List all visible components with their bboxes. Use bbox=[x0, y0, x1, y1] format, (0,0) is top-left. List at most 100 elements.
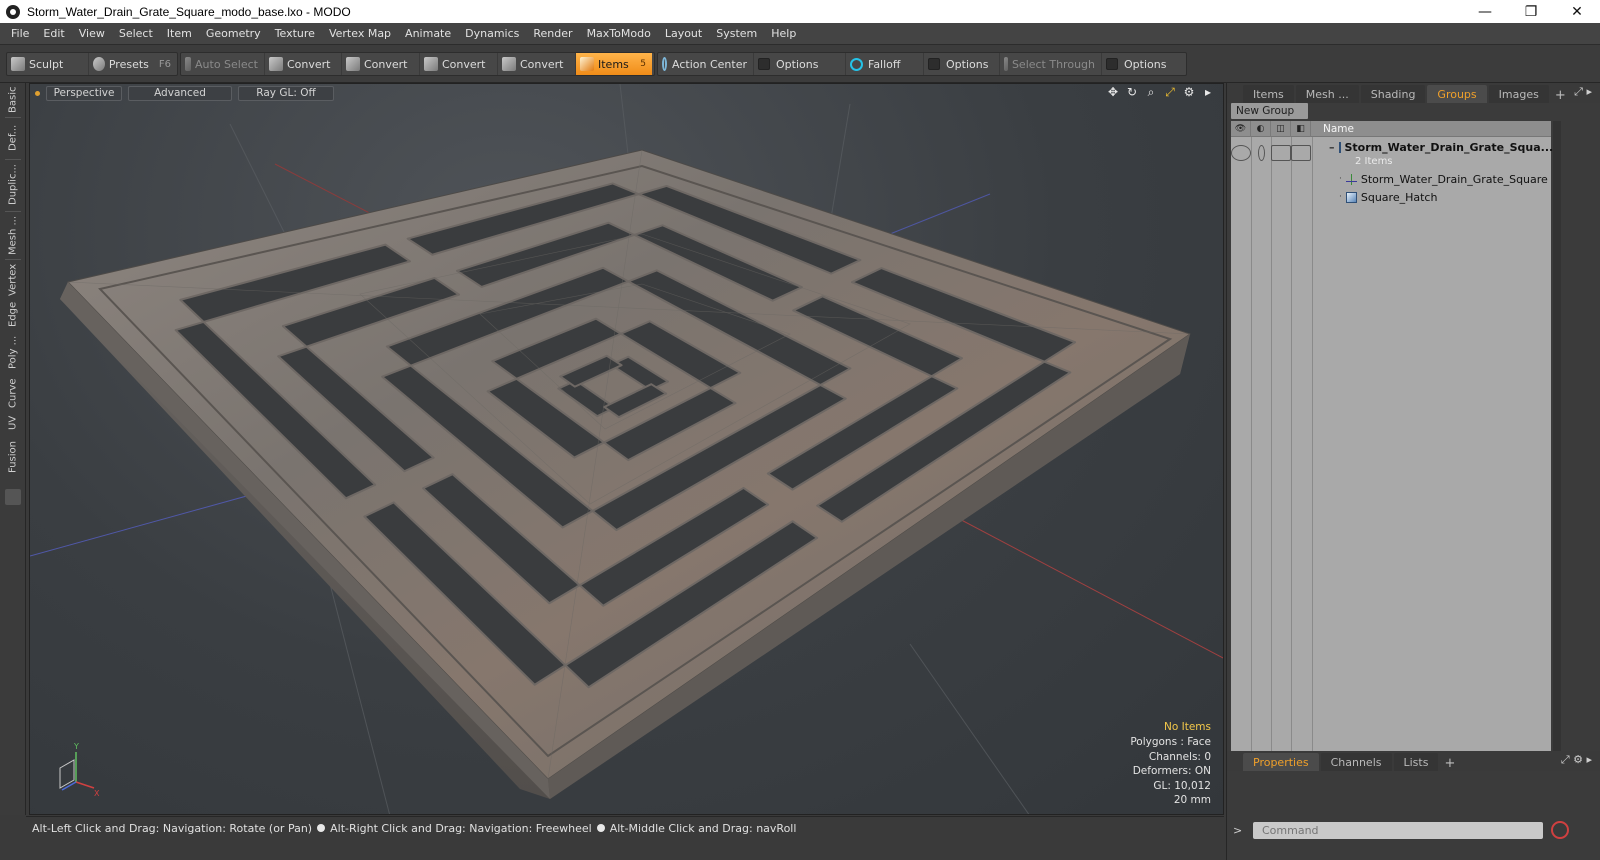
menu-help[interactable]: Help bbox=[764, 27, 803, 40]
render-column-icon[interactable]: ◐ bbox=[1251, 120, 1271, 137]
command-input[interactable] bbox=[1253, 821, 1543, 839]
visibility-toggle[interactable] bbox=[1231, 145, 1251, 161]
name-column-header[interactable]: Name bbox=[1311, 123, 1354, 135]
select-through-button[interactable]: Select Through bbox=[1000, 53, 1102, 75]
action-center-options-button[interactable]: Options bbox=[754, 53, 846, 75]
menu-animate[interactable]: Animate bbox=[398, 27, 458, 40]
convert-vertices-button[interactable]: Convert bbox=[265, 53, 342, 75]
tab-properties[interactable]: Properties bbox=[1243, 753, 1319, 771]
tab-images[interactable]: Images bbox=[1488, 85, 1549, 103]
tree-row-mesh-locator[interactable]: · Storm_Water_Drain_Grate_Square bbox=[1313, 171, 1551, 187]
minimize-button[interactable]: — bbox=[1462, 0, 1508, 23]
menu-view[interactable]: View bbox=[72, 27, 112, 40]
presets-button[interactable]: Presets F6 bbox=[89, 53, 177, 75]
add-tab-icon[interactable]: + bbox=[1555, 88, 1566, 103]
select-through-options-button[interactable]: Options bbox=[1102, 53, 1186, 75]
menu-edit[interactable]: Edit bbox=[36, 27, 71, 40]
tab-polygon[interactable]: Poly ... bbox=[4, 331, 22, 373]
tab-duplicate[interactable]: Duplic... bbox=[4, 161, 22, 209]
tab-channels[interactable]: Channels bbox=[1320, 753, 1392, 771]
maximize-panel-icon[interactable]: ⤢ ⚙ ▸ bbox=[1561, 753, 1592, 767]
menu-layout[interactable]: Layout bbox=[658, 27, 709, 40]
menu-geometry[interactable]: Geometry bbox=[199, 27, 268, 40]
convert-materials-button[interactable]: Convert bbox=[498, 53, 576, 75]
tab-separator bbox=[5, 159, 21, 160]
tab-mesh[interactable]: Mesh ... bbox=[1295, 85, 1359, 103]
tab-edge[interactable]: Edge bbox=[4, 299, 22, 329]
expand-arrow-icon[interactable]: ▸ bbox=[1201, 85, 1215, 99]
menu-texture[interactable]: Texture bbox=[268, 27, 322, 40]
tab-vertex[interactable]: Vertex bbox=[4, 261, 22, 299]
select-toggle[interactable] bbox=[1291, 145, 1311, 161]
zoom-icon[interactable]: ⌕ bbox=[1144, 85, 1158, 99]
polygon-mode-info: Polygons : Face bbox=[1130, 736, 1211, 749]
menu-item[interactable]: Item bbox=[160, 27, 199, 40]
lock-column-icon[interactable]: ◫ bbox=[1271, 120, 1291, 137]
render-toggle[interactable] bbox=[1251, 145, 1271, 161]
select-column-icon[interactable]: ◧ bbox=[1291, 120, 1311, 137]
tab-groups[interactable]: Groups bbox=[1427, 85, 1487, 103]
tab-curve[interactable]: Curve bbox=[4, 375, 22, 411]
svg-text:X: X bbox=[94, 789, 100, 798]
action-group: Action Center Options Falloff Options Se… bbox=[657, 52, 1187, 76]
shading-dropdown[interactable]: Advanced bbox=[128, 85, 232, 101]
raygl-toggle[interactable]: Ray GL: Off bbox=[238, 85, 334, 101]
auto-select-button[interactable]: Auto Select bbox=[181, 53, 265, 75]
menu-select[interactable]: Select bbox=[112, 27, 160, 40]
collapse-icon[interactable]: – bbox=[1329, 141, 1335, 154]
tab-mesh-edit[interactable]: Mesh ... bbox=[4, 213, 22, 257]
tab-shading[interactable]: Shading bbox=[1360, 85, 1426, 103]
maximize-panel-icon[interactable]: ⤢ ▸ bbox=[1574, 85, 1592, 99]
viewport-nav-icons: ✥ ↻ ⌕ ⤢ ⚙ ▸ bbox=[1106, 85, 1215, 100]
tab-lists[interactable]: Lists bbox=[1393, 753, 1439, 771]
3d-viewport[interactable]: Perspective Advanced Ray GL: Off ✥ ↻ ⌕ ⤢… bbox=[29, 83, 1224, 815]
view-type-dropdown[interactable]: Perspective bbox=[46, 85, 122, 101]
tree-row-square-hatch[interactable]: · Square_Hatch bbox=[1313, 189, 1551, 205]
falloff-options-button[interactable]: Options bbox=[924, 53, 1000, 75]
visibility-column-icon[interactable]: 👁 bbox=[1231, 120, 1251, 137]
lock-toggle[interactable] bbox=[1271, 145, 1291, 161]
tab-uv[interactable]: UV bbox=[4, 413, 22, 433]
tab-deform[interactable]: Def... bbox=[4, 119, 22, 157]
tab-add-button[interactable] bbox=[5, 489, 21, 505]
new-group-button[interactable]: New Group bbox=[1231, 103, 1308, 119]
menu-vertex-map[interactable]: Vertex Map bbox=[322, 27, 398, 40]
action-center-icon bbox=[662, 57, 668, 71]
select-checkbox-icon bbox=[1291, 145, 1311, 161]
restore-button[interactable]: ❐ bbox=[1508, 0, 1554, 23]
menu-file[interactable]: File bbox=[4, 27, 36, 40]
menu-system[interactable]: System bbox=[709, 27, 764, 40]
convert-edges-button[interactable]: Convert bbox=[342, 53, 420, 75]
group-cube-icon bbox=[1338, 141, 1341, 153]
deformers-info: Deformers: ON bbox=[1132, 765, 1211, 778]
add-tab-icon[interactable]: + bbox=[1444, 756, 1455, 771]
viewport-menu-icon[interactable] bbox=[35, 90, 40, 96]
group-row[interactable]: – Storm_Water_Drain_Grate_Squa... bbox=[1313, 140, 1553, 154]
convert-polygons-button[interactable]: Convert bbox=[420, 53, 498, 75]
tab-basic[interactable]: Basic bbox=[4, 85, 22, 115]
rotate-icon[interactable]: ↻ bbox=[1125, 85, 1139, 99]
tab-fusion[interactable]: Fusion bbox=[4, 437, 22, 477]
tab-items[interactable]: Items bbox=[1243, 85, 1294, 103]
pan-icon[interactable]: ✥ bbox=[1106, 85, 1120, 99]
gear-icon[interactable]: ⚙ bbox=[1182, 85, 1196, 99]
tree-scrollbar[interactable] bbox=[1553, 121, 1561, 751]
window-title: Storm_Water_Drain_Grate_Square_modo_base… bbox=[27, 4, 351, 19]
scene-canvas[interactable] bbox=[30, 84, 1224, 815]
menu-maxtomodo[interactable]: MaxToModo bbox=[580, 27, 658, 40]
sculpt-button[interactable]: Sculpt bbox=[7, 53, 89, 75]
action-center-button[interactable]: Action Center bbox=[658, 53, 754, 75]
vertex-convert-icon bbox=[269, 57, 283, 71]
menu-render[interactable]: Render bbox=[526, 27, 579, 40]
bullet-icon bbox=[596, 824, 605, 832]
record-icon[interactable] bbox=[1551, 821, 1569, 839]
polygon-convert-icon bbox=[424, 57, 438, 71]
menu-dynamics[interactable]: Dynamics bbox=[458, 27, 526, 40]
locator-icon bbox=[1345, 173, 1357, 185]
fit-icon[interactable]: ⤢ bbox=[1163, 85, 1177, 99]
close-button[interactable]: ✕ bbox=[1554, 0, 1600, 23]
command-prompt-icon: > bbox=[1233, 823, 1243, 837]
groups-tree: 👁 ◐ ◫ ◧ Name – Storm_Water_Drain_Grate_S… bbox=[1231, 120, 1553, 751]
falloff-button[interactable]: Falloff bbox=[846, 53, 924, 75]
items-mode-button[interactable]: Items 5 bbox=[576, 53, 652, 75]
